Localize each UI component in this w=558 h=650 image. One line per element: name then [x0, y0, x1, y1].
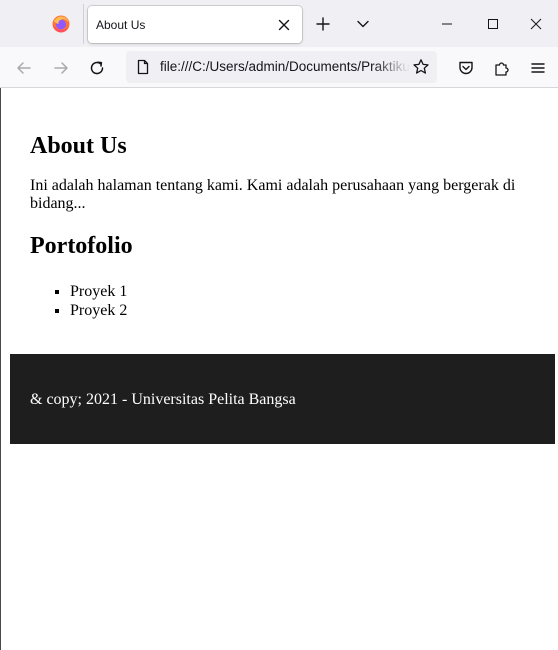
intro-paragraph: Ini adalah halaman tentang kami. Kami ad…: [30, 177, 516, 212]
list-item: Proyek 1: [70, 282, 127, 301]
file-icon: [135, 59, 151, 75]
reload-icon[interactable]: [83, 54, 111, 82]
window-close-icon[interactable]: [514, 0, 558, 47]
maximize-icon[interactable]: [470, 0, 516, 47]
hamburger-menu-icon[interactable]: [524, 54, 552, 82]
footer-copyright: & copy; 2021 - Universitas Pelita Bangsa: [30, 391, 296, 408]
pocket-icon[interactable]: [452, 54, 480, 82]
url-bar[interactable]: file:///C:/Users/admin/Documents/Praktik…: [126, 51, 437, 83]
tab-bar: About Us: [0, 0, 558, 47]
star-icon[interactable]: [411, 57, 431, 77]
tab-about-us[interactable]: About Us: [88, 6, 302, 43]
tab-title: About Us: [96, 17, 146, 32]
portfolio-heading: Portofolio: [30, 233, 133, 259]
firefox-logo-icon: [51, 14, 71, 34]
arrow-right-icon[interactable]: [47, 54, 75, 82]
close-icon[interactable]: [276, 17, 292, 33]
minimize-icon[interactable]: [424, 0, 470, 47]
new-tab-plus-icon[interactable]: [310, 11, 336, 37]
puzzle-icon[interactable]: [488, 54, 516, 82]
list-all-tabs-chevron-down-icon[interactable]: [350, 11, 376, 37]
arrow-left-icon[interactable]: [10, 54, 38, 82]
page-title: About Us: [30, 133, 127, 159]
navigation-toolbar: file:///C:/Users/admin/Documents/Praktik…: [0, 47, 558, 88]
url-text[interactable]: file:///C:/Users/admin/Documents/Praktik…: [160, 59, 410, 74]
page-viewport: About Us Ini adalah halaman tentang kami…: [0, 88, 558, 650]
portfolio-list: Proyek 1 Proyek 2: [30, 282, 127, 320]
footer: & copy; 2021 - Universitas Pelita Bangsa: [10, 354, 555, 444]
list-item: Proyek 2: [70, 301, 127, 320]
firefox-view-tab[interactable]: [0, 4, 84, 44]
